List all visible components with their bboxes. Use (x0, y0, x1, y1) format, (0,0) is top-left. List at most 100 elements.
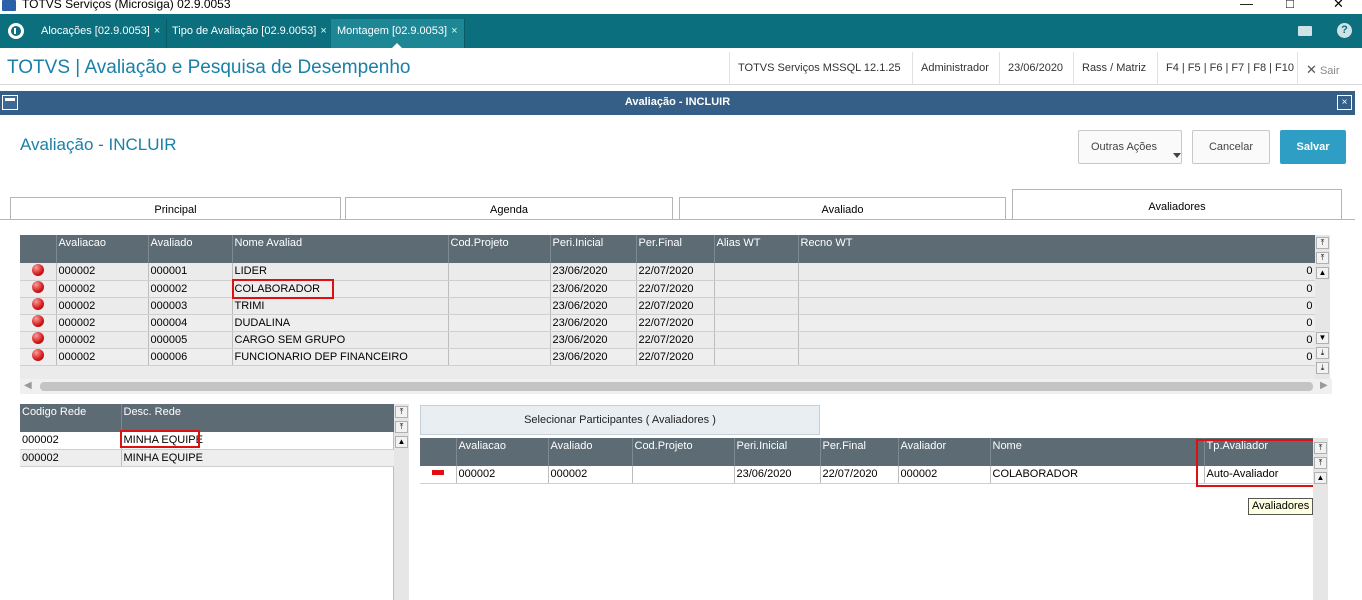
tab-close-icon[interactable]: × (320, 25, 326, 37)
tab-close-icon[interactable]: × (451, 25, 457, 37)
status-cell (420, 466, 457, 484)
column-header-status[interactable] (20, 235, 57, 263)
select-participants-button[interactable]: Selecionar Participantes ( Avaliadores ) (420, 405, 820, 435)
folder-tab-agenda[interactable]: Agenda (345, 197, 673, 220)
folder-tab-avaliadores[interactable]: Avaliadores (1012, 189, 1342, 220)
column-header[interactable]: Avaliado (548, 438, 633, 466)
column-header[interactable]: Alias WT (714, 235, 799, 263)
scroll-top-icon[interactable]: ⤒ (1316, 237, 1329, 249)
red-status-icon (32, 281, 44, 293)
network-grid-scrollbar[interactable]: ⤒ ⤒ ▲ (394, 404, 409, 600)
maximize-button[interactable]: □ (1286, 0, 1294, 11)
tab-alocacoes[interactable]: Alocações [02.9.0053] × (35, 19, 168, 48)
table-cell: 000002 (20, 432, 122, 450)
table-cell: COLABORADOR (990, 466, 1205, 484)
exit-button[interactable]: ✕ Sair (1297, 52, 1348, 85)
table-row[interactable]: 000002 000006 FUNCIONARIO DEP FINANCEIRO… (20, 348, 1315, 366)
column-header[interactable]: Avaliado (148, 235, 233, 263)
table-cell: 22/07/2020 (636, 297, 715, 315)
column-header[interactable]: Codigo Rede (20, 404, 122, 432)
column-header[interactable]: Desc. Rede (121, 404, 395, 432)
scroll-page-up-icon[interactable]: ⤒ (1314, 457, 1327, 469)
dialog-close-button[interactable]: × (1337, 95, 1352, 110)
scroll-page-up-icon[interactable]: ⤒ (1316, 252, 1329, 264)
table-row[interactable]: 000002 000005 CARGO SEM GRUPO 23/06/2020… (20, 331, 1315, 349)
status-cell (20, 263, 57, 281)
table-cell (448, 297, 551, 315)
totvs-logo-icon[interactable] (8, 23, 24, 39)
column-header[interactable]: Peri.Inicial (550, 235, 637, 263)
table-cell (714, 348, 799, 366)
mail-icon[interactable] (1298, 26, 1312, 36)
scroll-up-icon[interactable]: ▲ (1314, 472, 1327, 484)
scroll-left-icon[interactable]: ◀ (24, 380, 32, 391)
help-icon[interactable]: ? (1337, 23, 1352, 38)
window-title: TOTVS Serviços (Microsiga) 02.9.0053 (22, 0, 231, 11)
table-cell (632, 466, 735, 484)
table-cell: 000004 (148, 314, 233, 332)
column-header[interactable]: Cod.Projeto (448, 235, 551, 263)
column-header[interactable]: Avaliador (898, 438, 991, 466)
table-cell: 000002 (20, 449, 122, 467)
tab-label: Montagem [02.9.0053] (337, 25, 448, 37)
table-row[interactable]: 000002 MINHA EQUIPE (20, 432, 395, 450)
column-header[interactable]: Avaliacao (456, 438, 549, 466)
branch-info[interactable]: Rass / Matriz (1073, 52, 1154, 85)
scroll-top-icon[interactable]: ⤒ (395, 406, 408, 418)
evaluators-grid-scrollbar[interactable]: ⤒ ⤒ ▲ (1313, 438, 1328, 600)
window-close-button[interactable]: ✕ (1333, 0, 1344, 12)
table-cell (714, 297, 799, 315)
scroll-up-icon[interactable]: ▲ (1316, 267, 1329, 279)
app-icon (2, 0, 16, 11)
save-button[interactable]: Salvar (1280, 130, 1346, 164)
column-header[interactable]: Avaliacao (56, 235, 149, 263)
table-row[interactable]: 000002 000004 DUDALINA 23/06/2020 22/07/… (20, 314, 1315, 332)
column-header[interactable]: Nome Avaliad (232, 235, 449, 263)
table-row[interactable]: 000002 000001 LIDER 23/06/2020 22/07/202… (20, 263, 1315, 281)
table-cell: 000002 (456, 466, 549, 484)
table-cell: 000002 (56, 297, 149, 315)
horizontal-scrollbar[interactable]: ◀ ▶ (20, 379, 1332, 394)
column-header[interactable]: Cod.Projeto (632, 438, 735, 466)
scroll-right-icon[interactable]: ▶ (1320, 380, 1328, 391)
cancel-button[interactable]: Cancelar (1192, 130, 1270, 164)
table-row[interactable]: 000002 000002 23/06/2020 22/07/2020 0000… (420, 466, 1314, 484)
folder-tab-avaliado[interactable]: Avaliado (679, 197, 1006, 220)
column-header[interactable]: Recno WT (798, 235, 1315, 263)
evaluators-grid: Avaliacao Avaliado Cod.Projeto Peri.Inic… (420, 438, 1314, 600)
scroll-thumb[interactable] (40, 382, 1313, 391)
table-cell (448, 331, 551, 349)
red-flag-icon (432, 470, 444, 476)
column-header[interactable]: Per.Final (636, 235, 715, 263)
evaluation-grid-scrollbar[interactable]: ⤒ ⤒ ▲ ▼ ⤓ ⤓ (1315, 235, 1330, 379)
table-row[interactable]: 000002 000003 TRIMI 23/06/2020 22/07/202… (20, 297, 1315, 315)
tab-montagem[interactable]: Montagem [02.9.0053] × (331, 19, 465, 49)
folder-tab-principal[interactable]: Principal (10, 197, 341, 220)
column-header[interactable]: Nome (990, 438, 1205, 466)
scroll-page-up-icon[interactable]: ⤒ (395, 421, 408, 433)
table-row[interactable]: 000002 000002 COLABORADOR 23/06/2020 22/… (20, 280, 1315, 298)
table-cell: 0 (798, 348, 1315, 366)
page-title: Avaliação - INCLUIR (20, 135, 177, 154)
exit-label: Sair (1319, 65, 1340, 77)
scroll-bottom-icon[interactable]: ⤓ (1316, 362, 1329, 374)
scroll-page-down-icon[interactable]: ⤓ (1316, 347, 1329, 359)
scroll-top-icon[interactable]: ⤒ (1314, 442, 1327, 454)
column-header[interactable]: Peri.Inicial (734, 438, 821, 466)
scroll-down-icon[interactable]: ▼ (1316, 332, 1329, 344)
minimize-button[interactable]: — (1240, 0, 1253, 11)
tab-bar: Alocações [02.9.0053] × Tipo de Avaliação… (0, 14, 1362, 49)
tab-tipo-avaliacao[interactable]: Tipo de Avaliação [02.9.0053] × (166, 19, 334, 48)
close-icon: ✕ (1306, 62, 1317, 77)
tab-close-icon[interactable]: × (154, 25, 160, 37)
column-header[interactable]: Per.Final (820, 438, 899, 466)
column-header-status[interactable] (420, 438, 457, 466)
table-cell: DUDALINA (232, 314, 449, 332)
status-cell (20, 297, 57, 315)
table-cell: 000002 (56, 263, 149, 281)
table-cell: 000002 (56, 280, 149, 298)
table-row[interactable]: 000002 MINHA EQUIPE (20, 449, 395, 467)
status-cell (20, 331, 57, 349)
more-actions-button[interactable]: Outras Ações (1078, 130, 1182, 164)
scroll-up-icon[interactable]: ▲ (395, 436, 408, 448)
